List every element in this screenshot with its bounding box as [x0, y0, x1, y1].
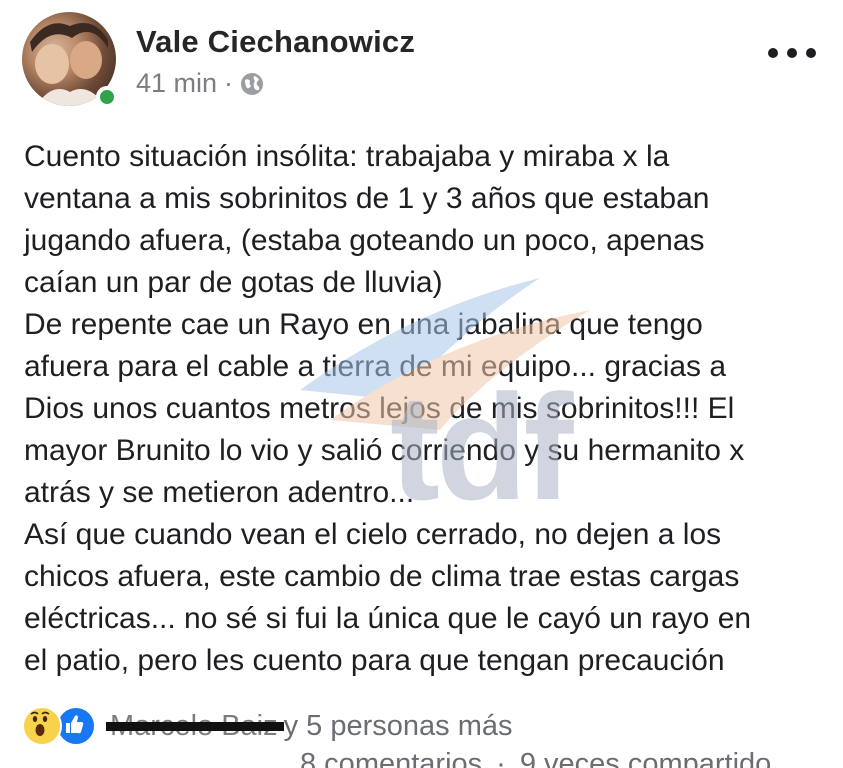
shares-count[interactable]: 9 veces compartido [520, 748, 771, 768]
author-name[interactable]: Vale Ciechanowicz [136, 24, 415, 60]
post-text-line: eléctricas... no sé si fui la única que … [24, 602, 752, 635]
online-status-dot [96, 86, 118, 108]
post-text: Cuento situación insólita: trabajaba y m… [24, 136, 834, 682]
meta-separator: · [224, 68, 234, 98]
more-options-icon[interactable] [768, 38, 816, 68]
wow-icon [22, 706, 62, 746]
post-text-line: el patio, pero les cuento para que tenga… [24, 644, 725, 677]
globe-icon[interactable] [239, 71, 265, 97]
post-text-line: Así que cuando vean el cielo cerrado, no… [24, 518, 722, 551]
comments-count[interactable]: 8 comentarios [300, 748, 482, 768]
more-dot [806, 48, 816, 58]
facebook-post: Vale Ciechanowicz 41 min · Cuento situac… [0, 0, 843, 768]
reaction-others[interactable]: y 5 personas más [284, 710, 513, 743]
post-meta: 41 min · [136, 68, 265, 99]
post-text-line: Dios unos cuantos metros lejos de mis so… [24, 392, 735, 425]
like-icon [56, 706, 96, 746]
post-text-line: atrás y se metieron adentro... [24, 476, 415, 509]
post-text-line: ventana a mis sobrinitos de 1 y 3 años q… [24, 182, 710, 215]
reaction-name-redacted[interactable]: Marcelo Baiz [106, 710, 284, 743]
stats-separator: · [496, 748, 506, 768]
post-stats: 8 comentarios · 9 veces compartido [300, 748, 771, 768]
post-text-line: De repente cae un Rayo en una jabalina q… [24, 308, 703, 341]
post-text-line: mayor Brunito lo vio y salió corriendo y… [24, 434, 745, 467]
more-dot [787, 48, 797, 58]
post-text-line: jugando afuera, (estaba goteando un poco… [24, 224, 705, 257]
post-text-line: Cuento situación insólita: trabajaba y m… [24, 140, 670, 173]
post-time[interactable]: 41 min [136, 68, 217, 99]
post-text-line: chicos afuera, este cambio de clima trae… [24, 560, 740, 593]
more-dot [768, 48, 778, 58]
post-text-line: afuera para el cable a tierra de mi equi… [24, 350, 727, 383]
author-avatar[interactable] [22, 12, 118, 108]
post-text-line: caían un par de gotas de lluvia) [24, 266, 443, 299]
reactions-bar[interactable]: Marcelo Baiz y 5 personas más [22, 706, 513, 746]
